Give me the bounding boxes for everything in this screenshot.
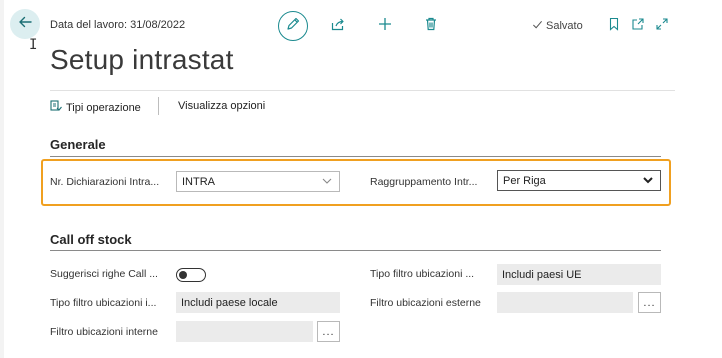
section-rule-call-off: [50, 250, 661, 251]
trash-icon: [423, 16, 439, 37]
chevron-down-icon: [321, 175, 333, 190]
text-cursor-icon: I: [29, 37, 38, 53]
pencil-icon: [285, 16, 301, 37]
action-separator: [158, 97, 159, 115]
bookmark-button[interactable]: [603, 15, 625, 37]
int-loc-filter-lookup-button[interactable]: ...: [317, 321, 340, 342]
toggle-knob: [179, 270, 187, 279]
work-date[interactable]: Data del lavoro: 31/08/2022: [50, 19, 185, 31]
saved-label: Salvato: [546, 20, 583, 32]
decl-no-value: INTRA: [182, 175, 215, 188]
suggest-label: Suggerisci righe Call ...: [50, 268, 158, 280]
action-bar-divider: [50, 90, 675, 91]
expand-icon: [655, 17, 669, 36]
back-arrow-icon: [17, 14, 33, 35]
decl-no-label: Nr. Dichiarazioni Intra...: [50, 176, 160, 188]
open-new-window-icon: [631, 17, 645, 36]
suggest-toggle[interactable]: [176, 268, 206, 282]
section-title-general[interactable]: Generale: [50, 137, 106, 152]
operation-types-action[interactable]: Tipi operazione: [50, 100, 141, 115]
grouping-value: Per Riga: [503, 174, 546, 187]
view-options-label: Visualizza opzioni: [178, 100, 266, 112]
loc-filter-type-field[interactable]: Includi paesi UE: [497, 264, 661, 285]
grouping-select[interactable]: Per Riga: [497, 170, 661, 191]
plus-icon: [377, 16, 393, 37]
page-title: Setup intrastat: [50, 44, 234, 75]
left-edge-strip: [0, 0, 4, 358]
operation-types-label: Tipi operazione: [66, 101, 141, 114]
new-button[interactable]: [374, 15, 396, 37]
back-button[interactable]: [10, 9, 40, 39]
decl-no-select[interactable]: INTRA: [176, 171, 340, 192]
section-rule-general: [50, 156, 661, 157]
section-title-call-off[interactable]: Call off stock: [50, 232, 132, 247]
chevron-down-icon: [642, 174, 654, 189]
edit-button[interactable]: [278, 11, 308, 41]
int-loc-filter-type-label: Tipo filtro ubicazioni i...: [50, 297, 157, 309]
open-new-window-button[interactable]: [627, 15, 649, 37]
bookmark-icon: [607, 17, 621, 36]
int-loc-filter-type-value: Includi paese locale: [181, 296, 278, 309]
int-loc-filter-label: Filtro ubicazioni interne: [50, 326, 158, 338]
saved-status: Salvato: [532, 19, 583, 33]
expand-button[interactable]: [651, 15, 673, 37]
loc-filter-type-value: Includi paesi UE: [502, 268, 582, 281]
ext-loc-filter-label: Filtro ubicazioni esterne: [370, 297, 481, 309]
view-options-action[interactable]: Visualizza opzioni: [178, 100, 265, 112]
checkmark-icon: [532, 19, 543, 33]
grouping-label: Raggruppamento Intr...: [370, 176, 478, 188]
int-loc-filter-type-field[interactable]: Includi paese locale: [176, 292, 340, 313]
int-loc-filter-field[interactable]: [176, 321, 313, 342]
ext-loc-filter-field[interactable]: [497, 292, 633, 313]
share-icon: [330, 16, 346, 37]
loc-filter-type-label: Tipo filtro ubicazioni ...: [370, 268, 475, 280]
operation-types-icon: [50, 100, 62, 115]
delete-button[interactable]: [420, 15, 442, 37]
ext-loc-filter-lookup-button[interactable]: ...: [638, 292, 661, 313]
share-button[interactable]: [327, 15, 349, 37]
